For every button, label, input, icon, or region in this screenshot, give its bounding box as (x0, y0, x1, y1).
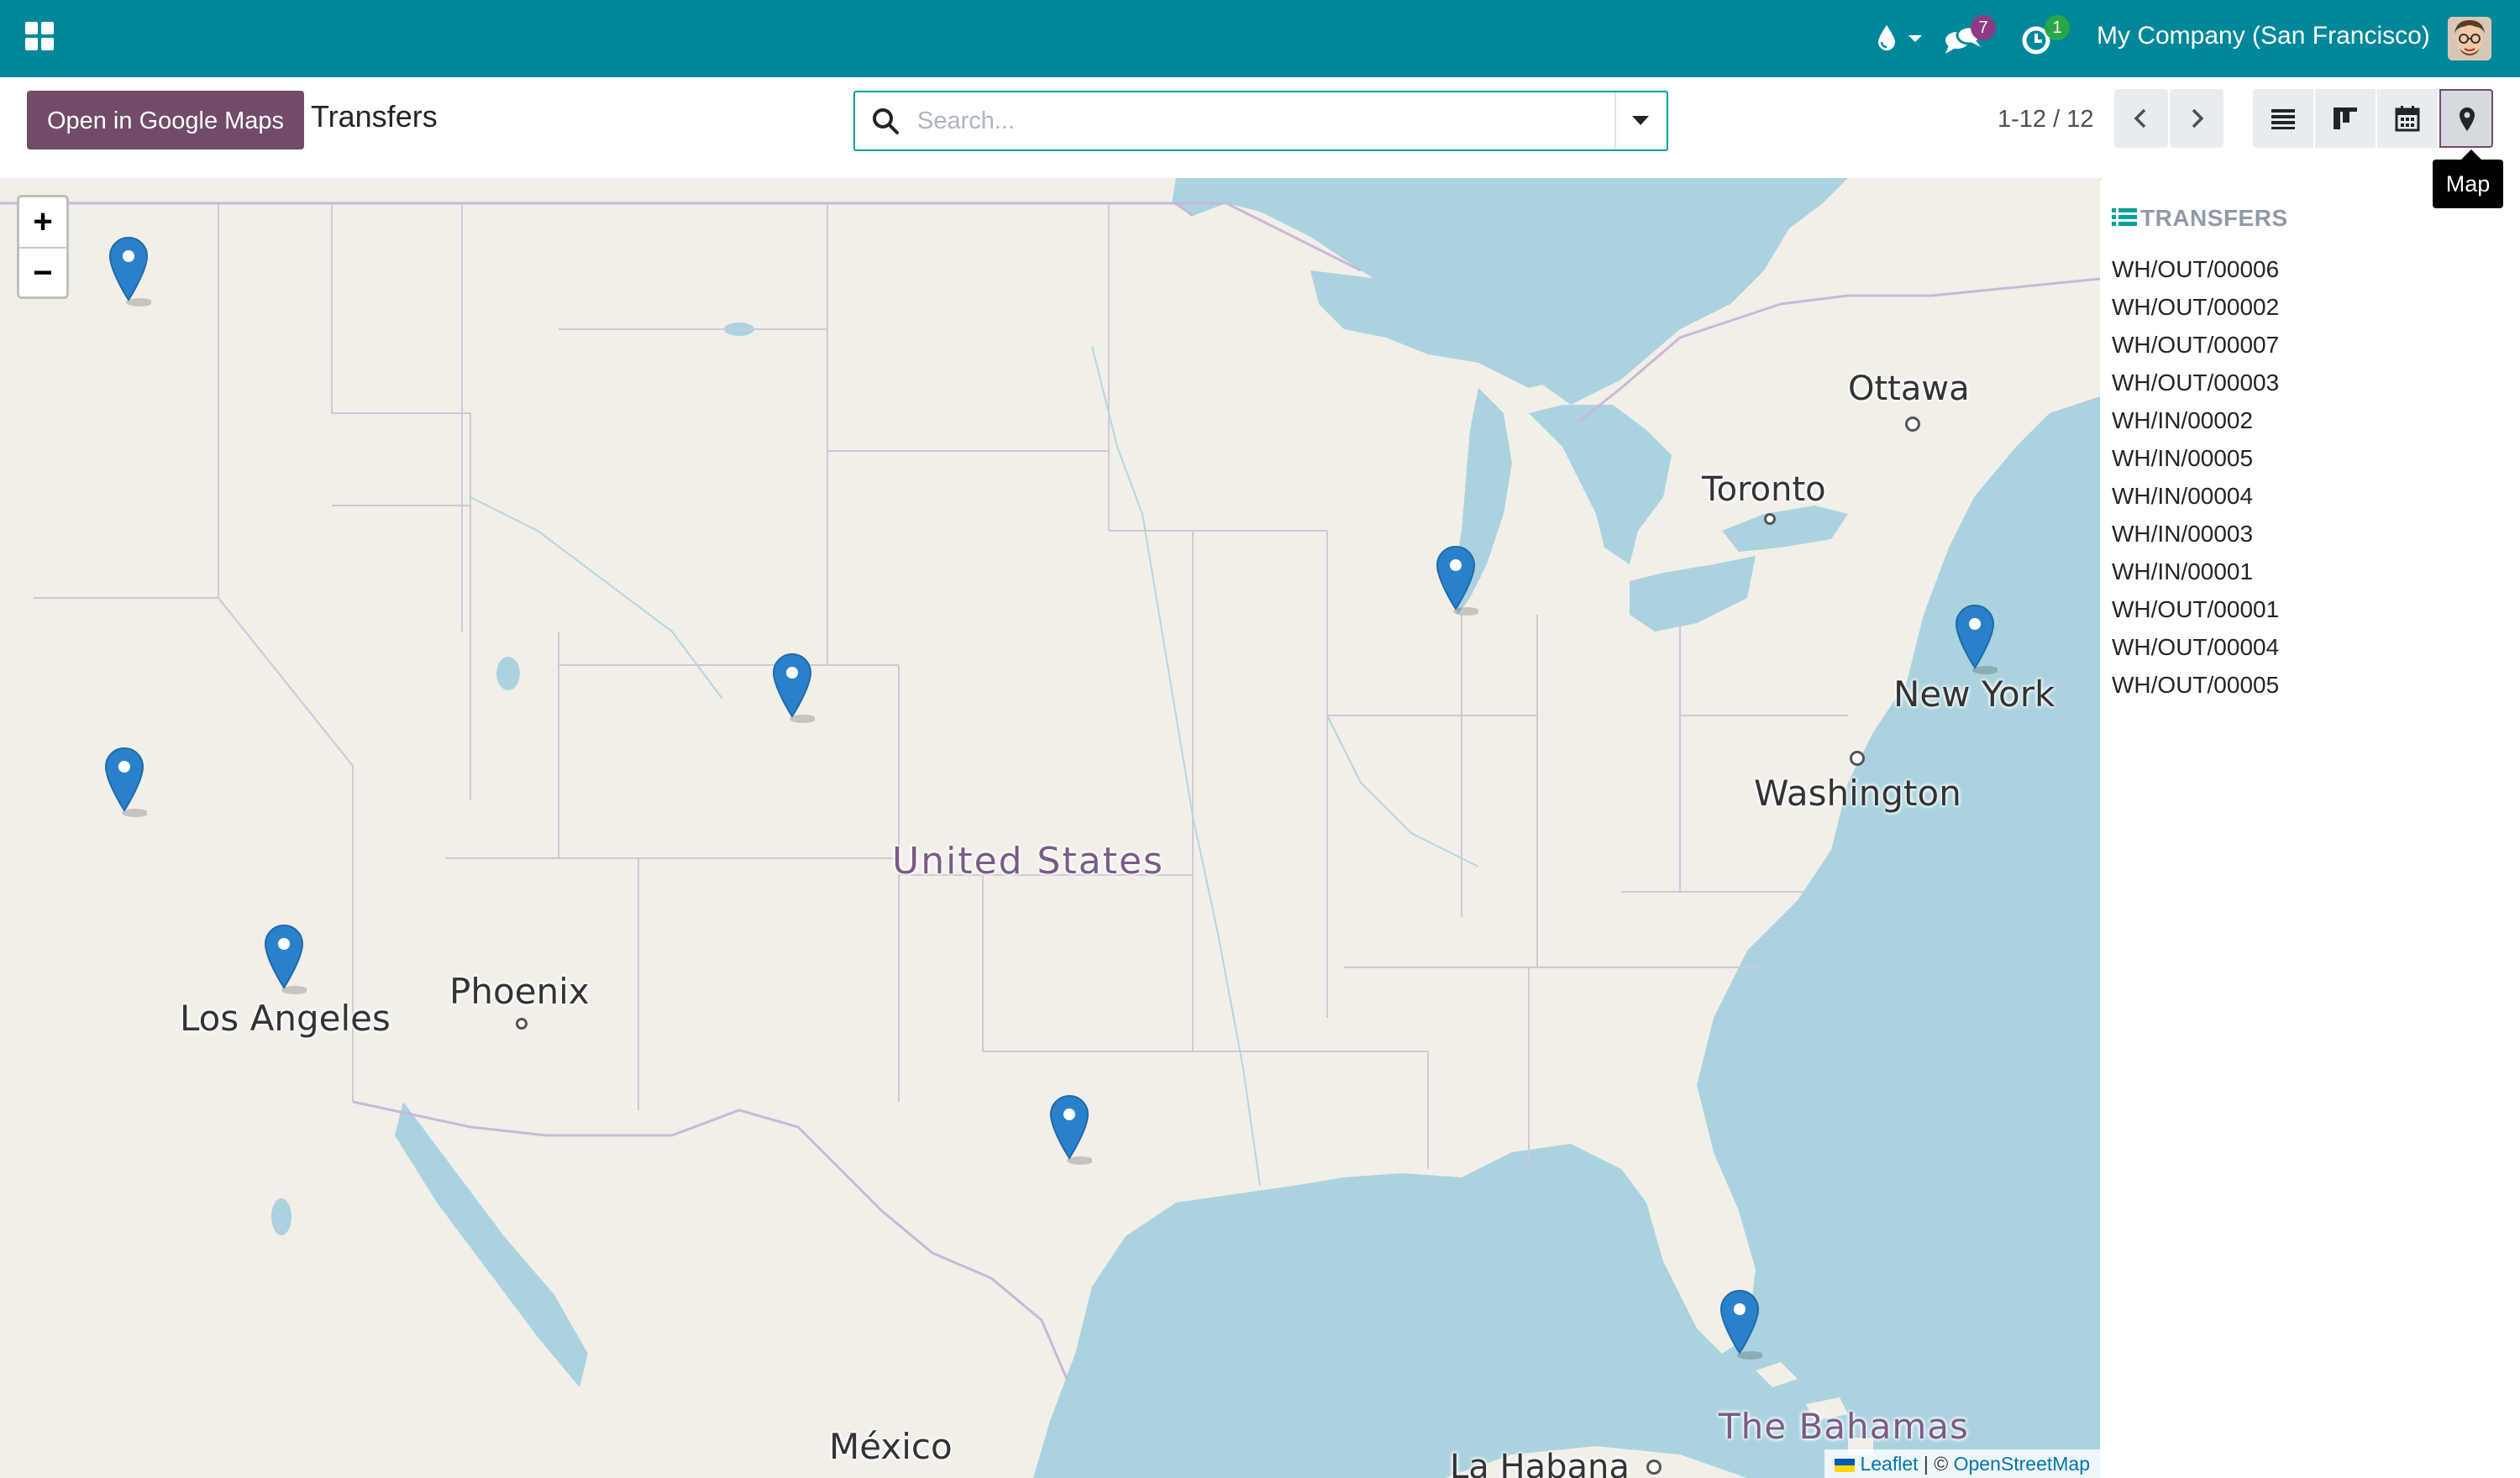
transfer-item[interactable]: WH/OUT/00004 (2112, 628, 2279, 666)
pager-next-button[interactable] (2170, 89, 2223, 148)
ukraine-flag-icon (1835, 1459, 1856, 1472)
page-title: Transfers (311, 99, 438, 134)
transfer-item[interactable]: WH/IN/00003 (2112, 515, 2279, 553)
view-calendar-button[interactable] (2377, 89, 2438, 148)
map-label-ottawa: Ottawa (1848, 370, 1970, 408)
company-switcher[interactable]: My Company (San Francisco) (2097, 22, 2430, 50)
transfer-item[interactable]: WH/OUT/00005 (2112, 666, 2279, 704)
transfer-item[interactable]: WH/OUT/00002 (2112, 288, 2279, 326)
list-view-icon (2271, 109, 2295, 129)
zoom-in-button[interactable]: + (19, 197, 66, 247)
side-panel-title: TRANSFERS (2140, 205, 2288, 231)
map-marker[interactable] (1717, 1288, 1764, 1360)
map-city-dot-washington (1850, 751, 1865, 766)
zoom-out-button[interactable]: − (19, 247, 66, 298)
map-label-phoenix: Phoenix (449, 971, 590, 1012)
side-panel-heading: TRANSFERS (2112, 205, 2288, 232)
chevron-right-icon (2192, 108, 2204, 128)
view-list-button[interactable] (2253, 89, 2313, 148)
map-base-layer (0, 178, 2100, 1478)
view-map-button[interactable] (2439, 89, 2493, 148)
caret-down-icon (1632, 116, 1649, 125)
search-icon (873, 108, 899, 134)
messages-badge: 7 (1971, 15, 1996, 40)
control-panel: Open in Google Maps Transfers 1-12 / 12 (0, 77, 2520, 180)
leaflet-link[interactable]: Leaflet (1860, 1453, 1918, 1475)
transfer-item[interactable]: WH/IN/00002 (2112, 401, 2279, 439)
map-city-dot-phoenix (516, 1018, 528, 1030)
transfer-item[interactable]: WH/IN/00004 (2112, 477, 2279, 515)
map-label-la-habana: La Habana (1450, 1448, 1630, 1478)
kanban-view-icon (2334, 107, 2357, 129)
map-marker[interactable] (102, 746, 149, 818)
open-google-maps-button[interactable]: Open in Google Maps (27, 91, 304, 149)
search-options-toggle[interactable] (1614, 92, 1667, 149)
map-city-dot-la-habana (1646, 1460, 1662, 1475)
map-marker[interactable] (1433, 544, 1480, 616)
activities-clock-icon[interactable]: 1 (2019, 15, 2078, 59)
zoom-control: + − (17, 195, 69, 299)
map-label-united-states: United States (892, 840, 1164, 883)
map-label-toronto: Toronto (1702, 470, 1826, 509)
transfer-item[interactable]: WH/OUT/00006 (2112, 250, 2279, 288)
view-kanban-button[interactable] (2315, 89, 2376, 148)
list-icon (2112, 208, 2137, 226)
transfer-item[interactable]: WH/OUT/00007 (2112, 326, 2279, 364)
transfers-side-panel: TRANSFERS WH/OUT/00006 WH/OUT/00002 WH/O… (2102, 178, 2520, 1478)
search-bar (853, 91, 1668, 151)
map-city-dot-toronto (1764, 513, 1776, 525)
pager-previous-button[interactable] (2114, 89, 2168, 148)
map-view-tooltip: Map (2433, 149, 2503, 208)
search-input[interactable] (916, 101, 1591, 141)
map-marker[interactable] (1047, 1093, 1094, 1166)
transfer-item[interactable]: WH/IN/00001 (2112, 553, 2279, 590)
debug-droplet-icon[interactable] (1873, 18, 1929, 59)
map-marker[interactable] (1952, 603, 1999, 675)
calendar-view-icon (2395, 106, 2420, 132)
map-marker[interactable] (769, 652, 816, 724)
messages-icon[interactable]: 7 (1942, 15, 2001, 59)
map-city-dot-ottawa (1905, 417, 1920, 432)
transfer-item[interactable]: WH/OUT/00001 (2112, 590, 2279, 628)
attribution-separator: | © (1923, 1453, 1949, 1475)
pager-value[interactable]: 1-12 / 12 (1998, 106, 2093, 134)
transfer-item[interactable]: WH/IN/00005 (2112, 439, 2279, 477)
map-label-new-york: New York (1893, 673, 2055, 715)
apps-menu-icon[interactable] (24, 20, 57, 54)
map-label-bahamas: The Bahamas (1719, 1406, 1969, 1447)
map-marker[interactable] (261, 923, 308, 995)
map-marker-icon (2460, 107, 2475, 131)
chevron-left-icon (2134, 108, 2146, 128)
map-canvas[interactable]: + − Ottawa Toronto New York Washington U… (0, 178, 2100, 1478)
map-label-mexico: México (829, 1426, 953, 1467)
map-attribution: Leaflet | © OpenStreetMap (1824, 1449, 2100, 1478)
activities-badge: 1 (2045, 15, 2070, 40)
transfers-list: WH/OUT/00006 WH/OUT/00002 WH/OUT/00007 W… (2112, 250, 2279, 704)
transfer-item[interactable]: WH/OUT/00003 (2112, 364, 2279, 401)
map-label-los-angeles: Los Angeles (180, 998, 391, 1039)
user-avatar[interactable] (2448, 17, 2491, 60)
openstreetmap-link[interactable]: OpenStreetMap (1954, 1453, 2090, 1475)
top-navbar: 7 1 My Company (San Francisco) (0, 0, 2520, 77)
map-marker[interactable] (106, 235, 153, 307)
map-label-washington: Washington (1754, 773, 1961, 814)
